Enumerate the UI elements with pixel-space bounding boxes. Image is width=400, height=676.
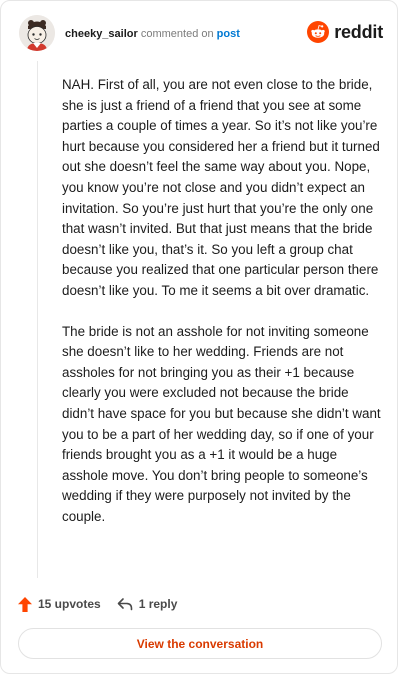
avatar-illustration (19, 15, 55, 51)
comment-byline: cheeky_sailor commented on post (65, 27, 240, 41)
view-conversation-label: View the conversation (136, 636, 264, 651)
comment-paragraph: The bride is not an asshole for not invi… (62, 323, 381, 524)
reply-button[interactable]: 1 reply (117, 597, 178, 611)
view-conversation-button[interactable]: View the conversation (18, 628, 382, 659)
upvote-arrow-icon (18, 596, 32, 612)
upvote-count: 15 upvotes (38, 597, 101, 611)
comment-card: cheeky_sailor commented on post reddit N… (0, 0, 398, 674)
comment-body: NAH. First of all, you are not even clos… (62, 75, 382, 547)
reply-count: 1 reply (138, 597, 178, 611)
reply-arrow-icon (117, 598, 133, 611)
upvote-button[interactable]: 15 upvotes (18, 596, 101, 612)
comment-header: cheeky_sailor commented on post reddit (1, 1, 397, 65)
user-avatar[interactable] (19, 15, 55, 51)
post-link[interactable]: post (217, 28, 240, 40)
reddit-snoo-icon (307, 21, 330, 43)
thread-line (37, 61, 38, 578)
username-link[interactable]: cheeky_sailor (65, 28, 138, 40)
reddit-wordmark: reddit (334, 21, 383, 42)
comment-paragraph: NAH. First of all, you are not even clos… (62, 77, 380, 298)
reddit-brand[interactable]: reddit (307, 21, 383, 43)
comment-actions: 15 upvotes 1 reply (18, 593, 177, 615)
action-text: commented on (140, 28, 214, 40)
